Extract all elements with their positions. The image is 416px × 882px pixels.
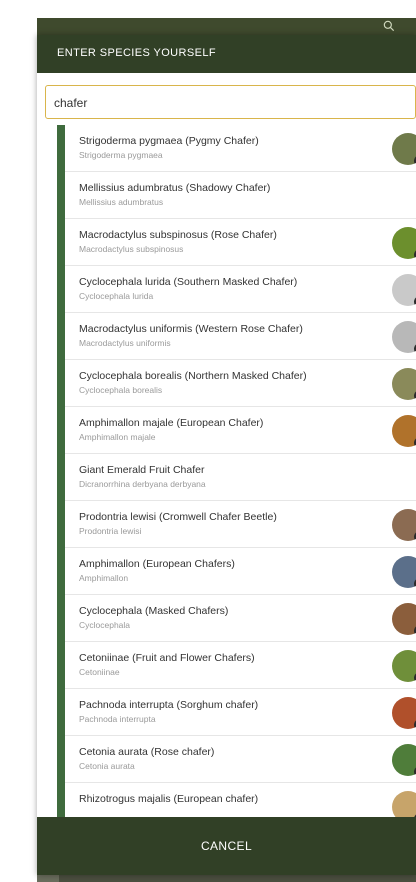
species-result-scientific-name: Cetoniinae	[79, 667, 120, 677]
species-result-row[interactable]: Amphimallon (European Chafers) Amphimallo…	[65, 548, 416, 595]
species-result-title: Cyclocephala borealis (Northern Masked C…	[79, 370, 307, 382]
species-result-title: Cetoniinae (Fruit and Flower Chafers)	[79, 652, 255, 664]
species-result-row[interactable]: Cyclocephala borealis (Northern Masked C…	[65, 360, 416, 407]
species-result-row[interactable]: Macrodactylus subspinosus (Rose Chafer) M…	[65, 219, 416, 266]
species-result-scientific-name: Macrodactylus uniformis	[79, 338, 171, 348]
species-result-title: Cetonia aurata (Rose chafer)	[79, 746, 215, 758]
species-result-scientific-name: Cyclocephala borealis	[79, 385, 163, 395]
species-result-scientific-name: Macrodactylus subspinosus	[79, 244, 184, 254]
species-thumbnail	[392, 650, 416, 682]
species-thumbnail	[392, 509, 416, 541]
species-result-row[interactable]: Cyclocephala (Masked Chafers) Cyclocephal…	[65, 595, 416, 642]
species-thumbnail	[392, 133, 416, 165]
species-result-scientific-name: Cetonia aurata	[79, 761, 135, 771]
species-result-scientific-name: Dicranorrhina derbyana derbyana	[79, 479, 206, 489]
dialog-title: ENTER SPECIES YOURSELF	[57, 47, 216, 59]
species-result-row[interactable]: Rhizotrogus majalis (European chafer)	[65, 783, 416, 817]
species-thumbnail	[392, 274, 416, 306]
species-result-title: Pachnoda interrupta (Sorghum chafer)	[79, 699, 259, 711]
species-result-scientific-name: Pachnoda interrupta	[79, 714, 156, 724]
background-top-bar	[37, 18, 416, 36]
species-result-row[interactable]: Cetoniinae (Fruit and Flower Chafers) Cet…	[65, 642, 416, 689]
species-result-title: Amphimallon majale (European Chafer)	[79, 417, 264, 429]
species-result-scientific-name: Prodontria lewisi	[79, 526, 142, 536]
species-result-title: Rhizotrogus majalis (European chafer)	[79, 793, 259, 805]
species-thumbnail	[392, 603, 416, 635]
cancel-button[interactable]: CANCEL	[37, 817, 416, 875]
species-result-scientific-name: Cyclocephala	[79, 620, 131, 630]
species-result-scientific-name: Mellissius adumbratus	[79, 197, 164, 207]
species-search-box[interactable]	[45, 85, 416, 119]
species-result-title: Macrodactylus uniformis (Western Rose Ch…	[79, 323, 303, 335]
species-thumbnail	[392, 744, 416, 776]
species-result-title: Giant Emerald Fruit Chafer	[79, 464, 205, 476]
species-result-scientific-name: Amphimallon	[79, 573, 129, 583]
species-dialog: ENTER SPECIES YOURSELF Strigoderma pygma…	[37, 35, 416, 875]
species-result-row[interactable]: Cyclocephala lurida (Southern Masked Cha…	[65, 266, 416, 313]
search-icon	[382, 19, 396, 36]
species-thumbnail	[392, 321, 416, 353]
species-thumbnail	[392, 791, 416, 817]
species-result-row[interactable]: Cetonia aurata (Rose chafer) Cetonia aura…	[65, 736, 416, 783]
species-result-title: Cyclocephala (Masked Chafers)	[79, 605, 229, 617]
species-thumbnail	[392, 415, 416, 447]
results-list: Strigoderma pygmaea (Pygmy Chafer) Strigo…	[37, 125, 416, 817]
species-result-scientific-name: Cyclocephala lurida	[79, 291, 154, 301]
species-result-title: Mellissius adumbratus (Shadowy Chafer)	[79, 182, 271, 194]
species-result-row[interactable]: Pachnoda interrupta (Sorghum chafer) Pach…	[65, 689, 416, 736]
species-result-title: Prodontria lewisi (Cromwell Chafer Beetl…	[79, 511, 277, 523]
species-result-row[interactable]: Macrodactylus uniformis (Western Rose Ch…	[65, 313, 416, 360]
species-result-row[interactable]: Amphimallon majale (European Chafer) Amph…	[65, 407, 416, 454]
species-result-scientific-name: Strigoderma pygmaea	[79, 150, 163, 160]
species-result-title: Strigoderma pygmaea (Pygmy Chafer)	[79, 135, 259, 147]
species-result-title: Macrodactylus subspinosus (Rose Chafer)	[79, 229, 277, 241]
species-result-row[interactable]: Strigoderma pygmaea (Pygmy Chafer) Strigo…	[65, 125, 416, 172]
species-result-scientific-name: Amphimallon majale	[79, 432, 156, 442]
species-result-title: Cyclocephala lurida (Southern Masked Cha…	[79, 276, 298, 288]
species-result-row[interactable]: Giant Emerald Fruit Chafer Dicranorrhina …	[65, 454, 416, 501]
dialog-footer: CANCEL	[37, 817, 416, 875]
species-result-row[interactable]: Prodontria lewisi (Cromwell Chafer Beetl…	[65, 501, 416, 548]
results-rail	[57, 125, 65, 817]
species-result-row[interactable]: Mellissius adumbratus (Shadowy Chafer) Me…	[65, 172, 416, 219]
species-thumbnail	[392, 697, 416, 729]
species-thumbnail	[392, 368, 416, 400]
dialog-header: ENTER SPECIES YOURSELF	[37, 35, 416, 73]
species-search-input[interactable]	[52, 90, 406, 116]
dialog-body: Strigoderma pygmaea (Pygmy Chafer) Strigo…	[37, 73, 416, 817]
species-result-title: Amphimallon (European Chafers)	[79, 558, 235, 570]
species-thumbnail	[392, 227, 416, 259]
species-thumbnail	[392, 556, 416, 588]
